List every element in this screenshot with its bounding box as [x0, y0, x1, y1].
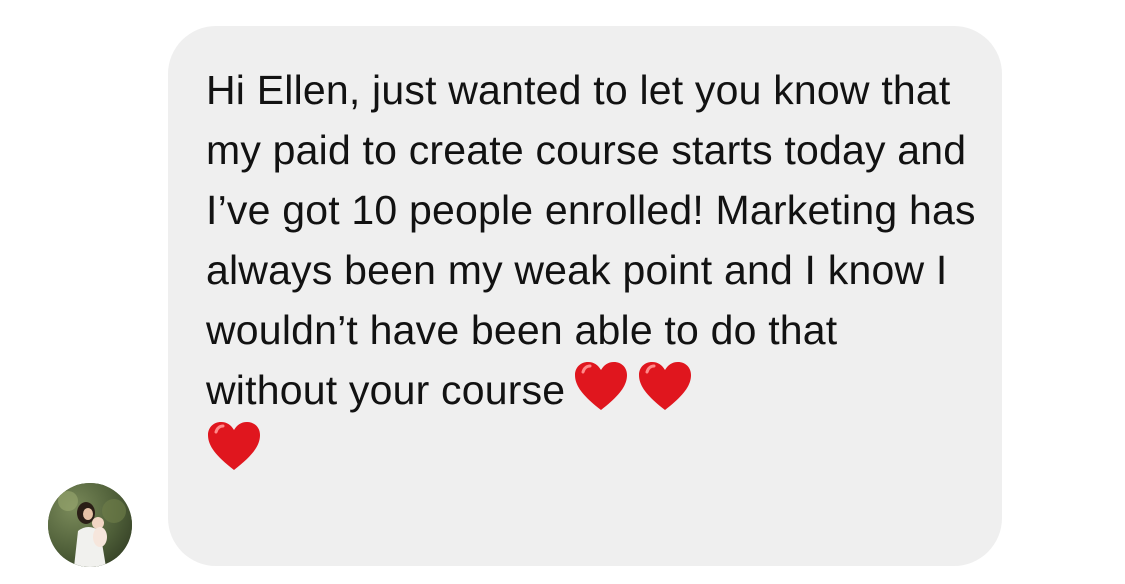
heart-emoji-icon — [206, 420, 262, 472]
heart-emoji-icon — [573, 360, 629, 412]
avatar-photo — [48, 483, 132, 567]
heart-emoji-icon — [637, 360, 693, 412]
sender-avatar[interactable] — [48, 483, 132, 567]
message-bubble[interactable]: Hi Ellen, just wanted to let you know th… — [168, 26, 1002, 566]
reaction-hearts — [565, 362, 693, 413]
message-text: Hi Ellen, just wanted to let you know th… — [206, 60, 976, 480]
